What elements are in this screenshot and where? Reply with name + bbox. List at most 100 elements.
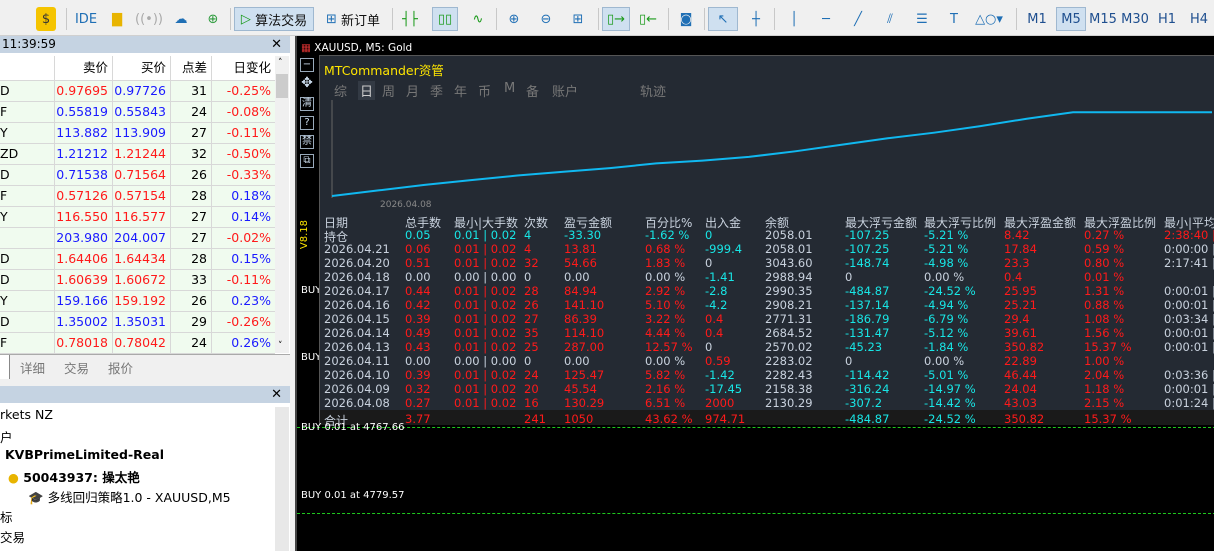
ide-button[interactable]: IDE xyxy=(72,7,100,31)
tab-ticks[interactable]: 报价 xyxy=(108,358,133,377)
ask: 1.64434 xyxy=(113,249,171,269)
balance: 2282.43 xyxy=(765,368,813,382)
close-icon[interactable]: ✕ xyxy=(271,386,282,403)
column-header[interactable]: 点差 xyxy=(171,56,212,80)
crosshair-icon[interactable]: ┼ xyxy=(744,7,768,31)
line-chart-icon[interactable]: ∿ xyxy=(466,7,490,31)
horizontal-line-icon[interactable]: ─ xyxy=(814,7,838,31)
daily-change: -0.25% xyxy=(226,83,271,98)
trendline-icon[interactable]: ╱ xyxy=(846,7,870,31)
nav-indicators[interactable]: 标 xyxy=(0,507,13,526)
balance: 2771.31 xyxy=(765,312,813,326)
signal-icon[interactable]: ((•)) xyxy=(135,7,163,31)
fibonacci-icon[interactable]: ☰ xyxy=(910,7,934,31)
total-lots: 0.00 xyxy=(405,354,431,368)
table-row[interactable]: ZD 1.21212 1.21244 32 -0.50% xyxy=(0,144,275,165)
timeframe-m5[interactable]: M5 xyxy=(1056,7,1086,31)
table-row[interactable]: D 0.71538 0.71564 26 -0.33% xyxy=(0,165,275,186)
auto-scroll-icon[interactable]: ▯→ xyxy=(602,7,630,31)
column-header[interactable] xyxy=(0,56,55,80)
new-order-button[interactable]: ⊞ 新订单 xyxy=(320,7,386,31)
min-max-lots: 0.01 | 0.02 xyxy=(454,382,517,396)
table-row[interactable]: D 0.97695 0.97726 31 -0.25% xyxy=(0,81,275,102)
vertical-line-icon[interactable]: │ xyxy=(782,7,806,31)
help-icon[interactable]: ? xyxy=(300,116,314,130)
timeframe-h4[interactable]: H4 xyxy=(1184,7,1214,31)
nav-expert[interactable]: 多线回归策略1.0 - XAUUSD,M5 xyxy=(48,490,231,505)
count: 16 xyxy=(524,396,539,410)
tab-7[interactable]: M xyxy=(504,81,515,96)
channel-icon[interactable]: ⫽ xyxy=(878,7,902,31)
table-row[interactable]: Y 159.166 159.192 26 0.23% xyxy=(0,291,275,312)
table-row[interactable]: D 1.35002 1.35031 29 -0.26% xyxy=(0,312,275,333)
total-lots: 0.39 xyxy=(405,368,431,382)
candlestick-icon[interactable]: ▯▯ xyxy=(432,7,458,31)
table-row[interactable]: Y 113.882 113.909 27 -0.11% xyxy=(0,123,275,144)
max-float-profit-pct: 15.37 % xyxy=(1084,340,1132,354)
nav-account[interactable]: 50043937: 操太艳 xyxy=(23,470,139,485)
cursor-icon[interactable]: ↖ xyxy=(708,7,738,31)
bid: 1.21212 xyxy=(55,144,113,164)
zoom-in-icon[interactable]: ⊕ xyxy=(502,7,526,31)
count: 24 xyxy=(524,368,539,382)
shapes-dropdown-icon[interactable]: △○▾ xyxy=(970,7,1008,31)
max-float-loss: -186.79 xyxy=(845,312,890,326)
bar-chart-icon[interactable]: ┤├ xyxy=(398,7,422,31)
column-header[interactable]: 卖价 xyxy=(55,56,113,80)
algo-trading-button[interactable]: ▷ 算法交易 xyxy=(234,7,314,31)
total-lots: 0.27 xyxy=(405,396,431,410)
scrollbar[interactable]: ˄ ˅ xyxy=(275,56,289,353)
ban-icon[interactable]: 禁 xyxy=(300,135,314,149)
table-row[interactable]: 203.980 204.007 27 -0.02% xyxy=(0,228,275,249)
count: 26 xyxy=(524,298,539,312)
vps-add-icon[interactable]: ⊕ xyxy=(202,7,224,31)
scrollbar[interactable] xyxy=(275,407,289,551)
cloud-icon[interactable]: ☁ xyxy=(170,7,192,31)
ask: 116.577 xyxy=(113,207,171,227)
nav-trading[interactable]: 交易 xyxy=(0,527,25,546)
tab-details[interactable]: 详细 xyxy=(20,358,45,377)
market-bag-icon[interactable]: ▇ xyxy=(106,7,128,31)
dollar-icon[interactable]: $ xyxy=(36,7,56,31)
zoom-out-icon[interactable]: ⊖ xyxy=(534,7,558,31)
nav-server[interactable]: KVBPrimeLimited-Real xyxy=(5,447,164,462)
chart-window[interactable]: ▦ XAUUSD, M5: Gold − ✥ 清 ? 禁 ⧉ V8.18 BUY… xyxy=(295,36,1214,551)
timeframe-m30[interactable]: M30 xyxy=(1120,7,1150,31)
screenshot-icon[interactable]: ◙ xyxy=(674,7,698,31)
nav-broker[interactable]: rkets NZ xyxy=(0,407,53,422)
tab-trading[interactable]: 交易 xyxy=(64,358,89,377)
tile-windows-icon[interactable]: ⊞ xyxy=(566,7,590,31)
nav-accounts[interactable]: 户 xyxy=(0,427,13,446)
table-row[interactable]: F 0.55819 0.55843 24 -0.08% xyxy=(0,102,275,123)
date: 2026.04.08 xyxy=(324,396,390,410)
timeframe-m1[interactable]: M1 xyxy=(1022,7,1052,31)
max-float-loss: -114.42 xyxy=(845,368,890,382)
max-float-profit-pct: 1.18 % xyxy=(1084,382,1125,396)
table-row[interactable]: D 1.64406 1.64434 28 0.15% xyxy=(0,249,275,270)
percent: 43.62 % xyxy=(645,412,693,426)
max-float-profit: 23.3 xyxy=(1004,256,1030,270)
timeframe-h1[interactable]: H1 xyxy=(1152,7,1182,31)
max-float-loss-pct: 0.00 % xyxy=(924,354,965,368)
deposit-withdraw: -2.8 xyxy=(705,284,728,298)
table-row[interactable]: D 1.60639 1.60672 33 -0.11% xyxy=(0,270,275,291)
table-row[interactable]: F 0.78018 0.78042 24 0.26% xyxy=(0,333,275,354)
minimize-icon[interactable]: − xyxy=(300,58,314,72)
bid: 1.64406 xyxy=(55,249,113,269)
close-icon[interactable]: ✕ xyxy=(271,36,282,53)
column-header[interactable]: 日变化 xyxy=(212,56,275,80)
min-max-lots: 0.01 | 0.02 xyxy=(454,340,517,354)
chart-shift-icon[interactable]: ▯← xyxy=(634,7,662,31)
text-icon[interactable]: T xyxy=(942,7,966,31)
clear-icon[interactable]: 清 xyxy=(300,97,314,111)
table-row[interactable]: F 0.57126 0.57154 28 0.18% xyxy=(0,186,275,207)
date: 2026.04.15 xyxy=(324,312,390,326)
timeframe-m15[interactable]: M15 xyxy=(1088,7,1118,31)
column-header[interactable]: 买价 xyxy=(113,56,171,80)
restore-icon[interactable]: ⧉ xyxy=(300,154,314,168)
move-icon[interactable]: ✥ xyxy=(300,76,314,91)
table-row[interactable]: Y 116.550 116.577 27 0.14% xyxy=(0,207,275,228)
count: 32 xyxy=(524,256,539,270)
total-lots: 0.44 xyxy=(405,284,431,298)
spread: 26 xyxy=(171,291,212,311)
